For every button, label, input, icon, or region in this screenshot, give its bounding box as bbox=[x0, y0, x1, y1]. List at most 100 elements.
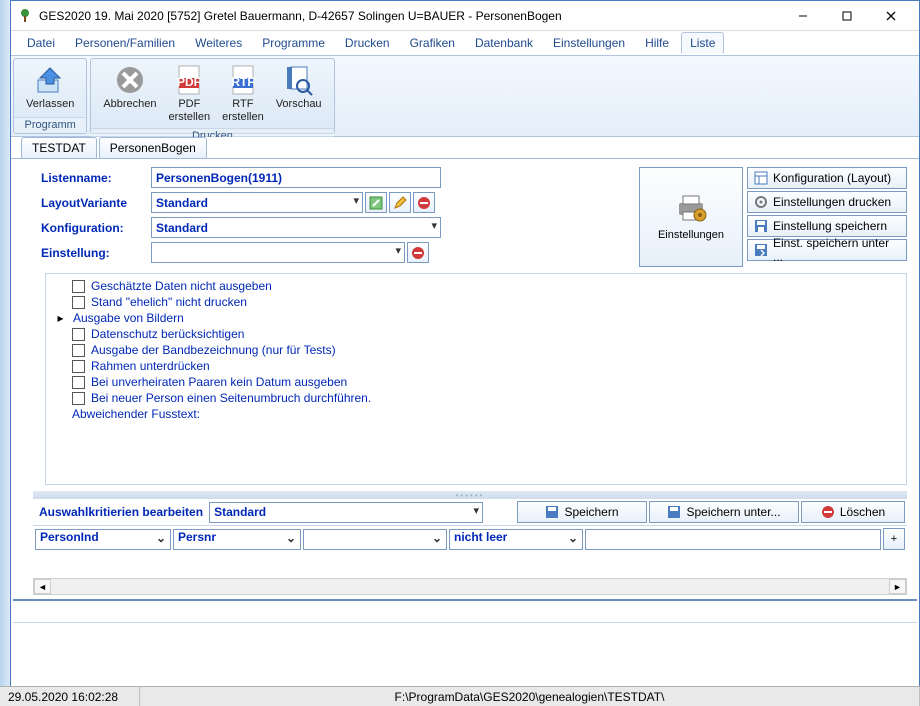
speichern-button[interactable]: Speichern bbox=[517, 501, 647, 523]
tab-testdat[interactable]: TESTDAT bbox=[21, 137, 97, 158]
save-as-icon bbox=[667, 505, 681, 519]
layout-edit2-button[interactable] bbox=[389, 192, 411, 213]
option-row: Bei neuer Person einen Seitenumbruch dur… bbox=[54, 390, 898, 406]
loeschen-button[interactable]: Löschen bbox=[801, 501, 905, 523]
settings-panel: Einstellungen Konfiguration (Layout) Ein… bbox=[639, 167, 907, 267]
option-row: Abweichender Fusstext: bbox=[54, 406, 898, 422]
option-row: Stand "ehelich" nicht drucken bbox=[54, 294, 898, 310]
maximize-button[interactable] bbox=[825, 1, 869, 31]
ribbon-group-caption: Programm bbox=[14, 117, 86, 133]
window-title: GES2020 19. Mai 2020 [5752] Gretel Bauer… bbox=[39, 9, 781, 23]
option-row: Ausgabe der Bandbezeichnung (nur für Tes… bbox=[54, 342, 898, 358]
abbrechen-button[interactable]: Abbrechen bbox=[97, 62, 162, 125]
option-label[interactable]: Rahmen unterdrücken bbox=[91, 359, 210, 373]
layoutvariante-label: LayoutVariante bbox=[41, 196, 151, 210]
criteria-col2-dropdown[interactable]: Persnr bbox=[173, 529, 301, 550]
menu-einstellungen[interactable]: Einstellungen bbox=[545, 33, 633, 53]
options-panel: Geschätzte Daten nicht ausgeben Stand "eh… bbox=[45, 273, 907, 485]
listenname-label: Listenname: bbox=[41, 171, 151, 185]
vorschau-button[interactable]: Vorschau bbox=[270, 62, 328, 125]
listenname-input[interactable] bbox=[151, 167, 441, 188]
layout-delete-button[interactable] bbox=[413, 192, 435, 213]
option-checkbox[interactable] bbox=[72, 360, 85, 373]
einstellung-combo[interactable] bbox=[151, 242, 405, 263]
pdf-erstellen-button[interactable]: PDF PDF erstellen bbox=[163, 62, 217, 125]
einstellung-delete-button[interactable] bbox=[407, 242, 429, 263]
pdf-icon: PDF bbox=[173, 64, 205, 96]
status-bar: 29.05.2020 16:02:28 F:\ProgramData\GES20… bbox=[0, 686, 920, 706]
criteria-col1-dropdown[interactable]: PersonInd bbox=[35, 529, 171, 550]
print-settings-icon bbox=[754, 195, 768, 209]
criteria-combo[interactable] bbox=[209, 502, 483, 523]
scroll-right-icon[interactable]: ► bbox=[889, 579, 906, 594]
einstellung-speichern-button[interactable]: Einstellung speichern bbox=[747, 215, 907, 237]
option-checkbox[interactable] bbox=[72, 344, 85, 357]
menu-datenbank[interactable]: Datenbank bbox=[467, 33, 541, 53]
menu-liste[interactable]: Liste bbox=[681, 32, 724, 54]
layoutvariante-combo[interactable] bbox=[151, 192, 363, 213]
criteria-col3-dropdown[interactable] bbox=[303, 529, 447, 550]
speichern-unter-button[interactable]: Speichern unter... bbox=[649, 501, 799, 523]
option-row: ▸ Ausgabe von Bildern bbox=[54, 310, 898, 326]
menu-grafiken[interactable]: Grafiken bbox=[402, 33, 463, 53]
form-area: Listenname: LayoutVariante Konfiguration… bbox=[11, 159, 919, 271]
title-bar: GES2020 19. Mai 2020 [5752] Gretel Bauer… bbox=[11, 1, 919, 31]
konfiguration-layout-button[interactable]: Konfiguration (Layout) bbox=[747, 167, 907, 189]
exit-icon bbox=[34, 64, 66, 96]
option-label[interactable]: Stand "ehelich" nicht drucken bbox=[91, 295, 247, 309]
einst-speichern-unter-button[interactable]: Einst. speichern unter ... bbox=[747, 239, 907, 261]
menu-weiteres[interactable]: Weiteres bbox=[187, 33, 250, 53]
ribbon-group-programm: Verlassen Programm bbox=[13, 58, 87, 134]
horizontal-scrollbar[interactable]: ◄ ► bbox=[33, 578, 907, 595]
layout-edit-button[interactable] bbox=[365, 192, 387, 213]
option-label[interactable]: Geschätzte Daten nicht ausgeben bbox=[91, 279, 272, 293]
menu-datei[interactable]: Datei bbox=[19, 33, 63, 53]
document-tabs: TESTDAT PersonenBogen bbox=[11, 137, 919, 159]
option-label[interactable]: Datenschutz berücksichtigen bbox=[91, 327, 244, 341]
menu-hilfe[interactable]: Hilfe bbox=[637, 33, 677, 53]
option-label[interactable]: Ausgabe von Bildern bbox=[73, 311, 184, 325]
criteria-title: Auswahlkritierien bearbeiten bbox=[35, 505, 207, 519]
einstellungen-drucken-button[interactable]: Einstellungen drucken bbox=[747, 191, 907, 213]
option-row: Datenschutz berücksichtigen bbox=[54, 326, 898, 342]
konfiguration-combo[interactable] bbox=[151, 217, 441, 238]
option-label[interactable]: Bei neuer Person einen Seitenumbruch dur… bbox=[91, 391, 371, 405]
close-button[interactable] bbox=[869, 1, 913, 31]
bottom-divider bbox=[13, 599, 917, 623]
option-checkbox[interactable] bbox=[72, 280, 85, 293]
status-path: F:\ProgramData\GES2020\genealogien\TESTD… bbox=[140, 687, 920, 706]
rtf-erstellen-button[interactable]: RTF RTF erstellen bbox=[216, 62, 270, 125]
svg-text:PDF: PDF bbox=[177, 75, 201, 89]
option-label[interactable]: Ausgabe der Bandbezeichnung (nur für Tes… bbox=[91, 343, 336, 357]
verlassen-button[interactable]: Verlassen bbox=[20, 62, 80, 114]
criteria-panel: Auswahlkritierien bearbeiten Speichern S… bbox=[33, 499, 907, 554]
save-as-icon bbox=[754, 243, 768, 257]
scroll-left-icon[interactable]: ◄ bbox=[34, 579, 51, 594]
minimize-button[interactable] bbox=[781, 1, 825, 31]
option-checkbox[interactable] bbox=[72, 376, 85, 389]
cancel-icon bbox=[114, 64, 146, 96]
einstellung-label: Einstellung: bbox=[41, 246, 151, 260]
printer-settings-icon bbox=[674, 193, 708, 223]
expand-arrow-icon[interactable]: ▸ bbox=[54, 311, 67, 325]
option-row: Rahmen unterdrücken bbox=[54, 358, 898, 374]
splitter-handle[interactable]: •••••• bbox=[33, 491, 907, 499]
save-icon bbox=[545, 505, 559, 519]
option-checkbox[interactable] bbox=[72, 328, 85, 341]
criteria-value-input[interactable] bbox=[585, 529, 881, 550]
menu-personen-familien[interactable]: Personen/Familien bbox=[67, 33, 183, 53]
ribbon-group-drucken: Abbrechen PDF PDF erstellen RTF RTF erst… bbox=[90, 58, 334, 134]
criteria-col4-dropdown[interactable]: nicht leer bbox=[449, 529, 583, 550]
option-label[interactable]: Bei unverheiraten Paaren kein Datum ausg… bbox=[91, 375, 347, 389]
menu-bar: Datei Personen/Familien Weiteres Program… bbox=[11, 31, 919, 55]
menu-drucken[interactable]: Drucken bbox=[337, 33, 398, 53]
menu-programme[interactable]: Programme bbox=[254, 33, 333, 53]
criteria-add-button[interactable]: + bbox=[883, 528, 905, 550]
option-checkbox[interactable] bbox=[72, 392, 85, 405]
tab-personenbogen[interactable]: PersonenBogen bbox=[99, 137, 207, 158]
layout-icon bbox=[754, 171, 768, 185]
einstellungen-button[interactable]: Einstellungen bbox=[639, 167, 743, 267]
delete-icon bbox=[821, 505, 835, 519]
option-row: Geschätzte Daten nicht ausgeben bbox=[54, 278, 898, 294]
option-checkbox[interactable] bbox=[72, 296, 85, 309]
